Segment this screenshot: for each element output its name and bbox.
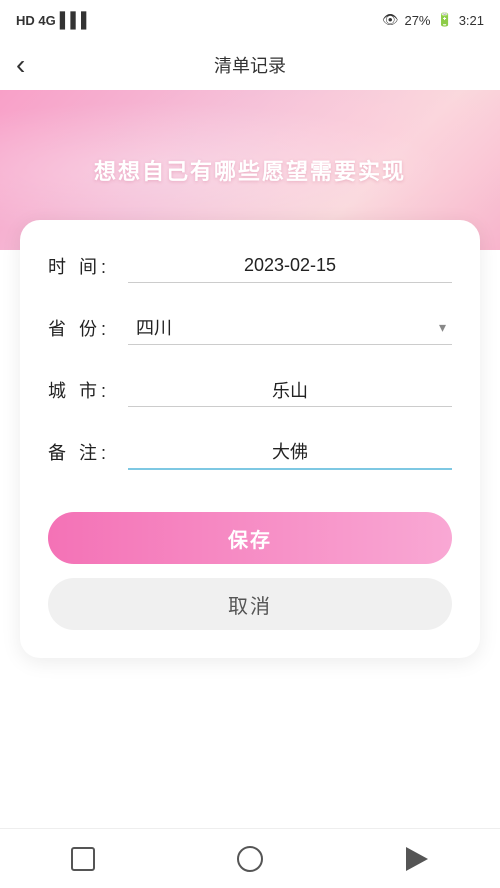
- circle-icon: [237, 846, 263, 872]
- banner-text: 想想自己有哪些愿望需要实现: [94, 154, 406, 186]
- status-right: 👁 27% 🔋 3:21: [382, 12, 484, 28]
- nav-back-button[interactable]: [399, 841, 435, 877]
- time-display: 3:21: [459, 13, 484, 28]
- city-row: 城 市:: [48, 368, 452, 412]
- note-label: 备 注:: [48, 439, 128, 465]
- city-label: 城 市:: [48, 377, 128, 403]
- save-button[interactable]: 保存: [48, 512, 452, 564]
- square-icon: [71, 847, 95, 871]
- signal-icon: ▌▌▌: [60, 12, 92, 29]
- battery-percent: 27%: [404, 13, 430, 28]
- triangle-icon: [406, 847, 428, 871]
- province-label: 省 份:: [48, 315, 128, 341]
- eye-icon: 👁: [382, 12, 399, 28]
- hd-label: HD 4G: [16, 13, 56, 28]
- nav-bar: [0, 828, 500, 888]
- battery-icon: 🔋: [437, 12, 453, 28]
- back-button[interactable]: ‹: [16, 49, 25, 81]
- nav-circle-button[interactable]: [232, 841, 268, 877]
- province-select[interactable]: 四川 北京 上海 广东: [128, 312, 452, 344]
- status-bar: HD 4G ▌▌▌ 👁 27% 🔋 3:21: [0, 0, 500, 40]
- form-card: 时 间: 省 份: 四川 北京 上海 广东 ▾ 城 市: 备 注: 保存 取消: [20, 220, 480, 658]
- page-title: 清单记录: [214, 52, 286, 78]
- city-input[interactable]: [128, 373, 452, 407]
- header: ‹ 清单记录: [0, 40, 500, 90]
- nav-square-button[interactable]: [65, 841, 101, 877]
- status-left: HD 4G ▌▌▌: [16, 12, 92, 29]
- time-label: 时 间:: [48, 253, 128, 279]
- cancel-button[interactable]: 取消: [48, 578, 452, 630]
- province-dropdown-wrapper[interactable]: 四川 北京 上海 广东 ▾: [128, 312, 452, 345]
- note-input[interactable]: [128, 435, 452, 470]
- province-row: 省 份: 四川 北京 上海 广东 ▾: [48, 306, 452, 350]
- time-row: 时 间:: [48, 244, 452, 288]
- note-row: 备 注:: [48, 430, 452, 474]
- back-icon: ‹: [16, 49, 25, 80]
- time-input[interactable]: [128, 249, 452, 283]
